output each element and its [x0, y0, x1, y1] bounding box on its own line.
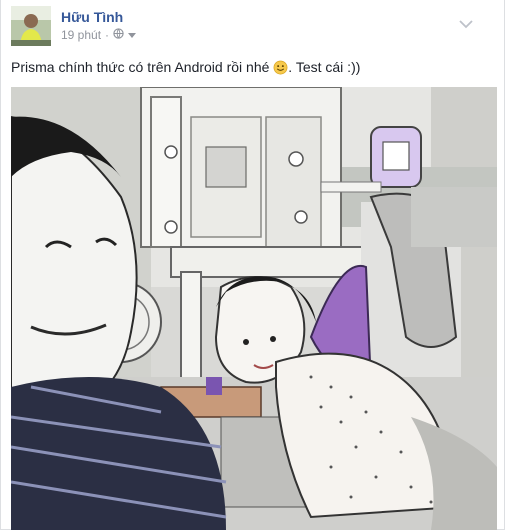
facebook-post: Hữu Tình 19 phút · Prisma chính thức có …: [0, 0, 505, 530]
post-message: Prisma chính thức có trên Android rồi nh…: [11, 59, 270, 75]
post-header: Hữu Tình 19 phút ·: [11, 6, 481, 50]
photo-image: [11, 87, 497, 530]
meta-separator: ·: [105, 28, 110, 42]
post-photo[interactable]: [11, 87, 497, 530]
globe-icon[interactable]: [113, 28, 124, 42]
post-message-suffix: . Test cái :)): [288, 59, 361, 75]
post-meta: 19 phút ·: [61, 28, 137, 42]
chevron-down-icon[interactable]: [459, 16, 473, 29]
post-timestamp[interactable]: 19 phút: [61, 28, 101, 42]
privacy-caret-icon[interactable]: [128, 28, 137, 42]
author-name[interactable]: Hữu Tình: [61, 9, 123, 25]
post-text: Prisma chính thức có trên Android rồi nh…: [11, 57, 496, 77]
avatar[interactable]: [11, 6, 51, 46]
smile-emoji-icon: [273, 60, 288, 75]
